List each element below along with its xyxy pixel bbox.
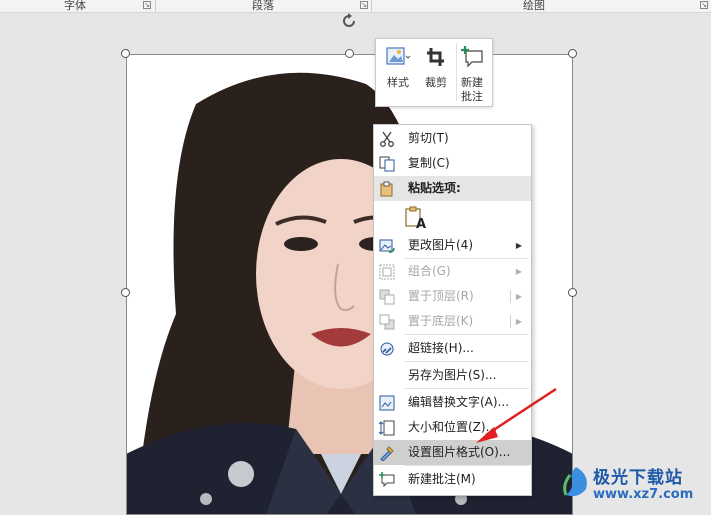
menu-item-bring-to-front-label: 置于顶层(R) [408, 289, 474, 303]
paste-icon [380, 181, 393, 197]
hyperlink-icon [380, 342, 394, 356]
copy-icon [379, 156, 395, 172]
menu-item-group[interactable]: 组合(G) ▶ [374, 259, 531, 284]
format-picture-icon [380, 446, 394, 461]
ribbon-group-font-label: 字体 [64, 0, 86, 12]
watermark-title: 极光下载站 [593, 468, 683, 488]
crop-label: 裁剪 [425, 76, 447, 89]
submenu-arrow-icon: ▶ [515, 292, 522, 301]
menu-item-send-to-back[interactable]: 置于底层(K) ▶ [374, 309, 531, 334]
submenu-arrow-icon: ▶ [515, 241, 522, 250]
menu-item-new-comment[interactable]: 新建批注(M) [374, 467, 531, 492]
new-comment-label-line2: 批注 [461, 90, 483, 103]
font-dialog-launcher-icon[interactable]: ↘ [143, 1, 151, 9]
menu-item-copy-label: 复制(C) [408, 156, 450, 170]
crop-button[interactable]: 裁剪 [418, 43, 454, 103]
ribbon-group-paragraph-label: 段落 [252, 0, 274, 12]
resize-handle-top[interactable] [345, 49, 354, 58]
svg-text:A: A [416, 217, 426, 230]
menu-item-new-comment-label: 新建批注(M) [408, 472, 476, 486]
size-position-icon [379, 420, 395, 436]
menu-item-hyperlink-label: 超链接(H)... [408, 341, 474, 355]
split-separator [510, 315, 511, 328]
ribbon-group-drawing: 绘图 [372, 0, 696, 12]
menu-separator [404, 334, 529, 335]
paste-options-label: 粘贴选项: [408, 181, 461, 195]
new-comment-icon [379, 472, 395, 488]
drawing-dialog-launcher-icon[interactable]: ↘ [700, 1, 708, 9]
menu-item-send-to-back-label: 置于底层(K) [408, 314, 474, 328]
annotation-arrow-icon [476, 387, 557, 443]
menu-separator [404, 361, 529, 362]
ribbon-group-drawing-label: 绘图 [523, 0, 545, 12]
send-to-back-icon [379, 314, 395, 330]
bring-to-front-icon [379, 289, 395, 305]
paste-keep-text-only-icon: A [405, 206, 426, 230]
mini-toolbar: 样式 裁剪 新建 批注 [375, 38, 493, 107]
resize-handle-right[interactable] [568, 288, 577, 297]
resize-handle-top-right[interactable] [568, 49, 577, 58]
submenu-arrow-icon: ▶ [515, 267, 522, 276]
menu-item-change-picture-label: 更改图片(4) [408, 238, 473, 252]
watermark: 极光下载站 www.xz7.com [560, 455, 710, 513]
menu-item-change-picture[interactable]: 更改图片(4) ▶ [374, 233, 531, 258]
ribbon-group-paragraph: 段落 [156, 0, 370, 12]
alt-text-icon [379, 395, 395, 411]
submenu-arrow-icon: ▶ [515, 317, 522, 326]
new-comment-button[interactable]: 新建 批注 [454, 43, 490, 103]
watermark-url: www.xz7.com [593, 487, 694, 502]
paste-option-keep-text[interactable]: A [374, 203, 531, 231]
new-comment-icon [461, 46, 483, 68]
crop-icon [427, 48, 444, 66]
menu-header-paste-options: 粘贴选项: [374, 176, 531, 201]
ribbon-group-font: 字体 [0, 0, 150, 12]
scissors-icon [380, 131, 394, 147]
resize-handle-top-left[interactable] [121, 49, 130, 58]
split-separator [510, 290, 511, 303]
menu-item-hyperlink[interactable]: 超链接(H)... [374, 336, 531, 361]
change-picture-icon [379, 239, 395, 253]
picture-style-icon [386, 47, 411, 65]
menu-item-bring-to-front[interactable]: 置于顶层(R) ▶ [374, 284, 531, 309]
watermark-logo-icon [563, 467, 587, 497]
menu-item-cut-label: 剪切(T) [408, 131, 449, 145]
menu-item-group-label: 组合(G) [408, 264, 451, 278]
menu-item-cut[interactable]: 剪切(T) [374, 126, 531, 151]
rotate-handle-icon[interactable] [340, 12, 358, 30]
menu-separator [404, 465, 529, 466]
new-comment-label-line1: 新建 [461, 76, 483, 89]
menu-item-copy[interactable]: 复制(C) [374, 151, 531, 176]
paragraph-dialog-launcher-icon[interactable]: ↘ [360, 1, 368, 9]
style-button[interactable]: 样式 [380, 43, 416, 103]
resize-handle-left[interactable] [121, 288, 130, 297]
group-objects-icon [379, 264, 395, 280]
style-label: 样式 [387, 76, 409, 89]
